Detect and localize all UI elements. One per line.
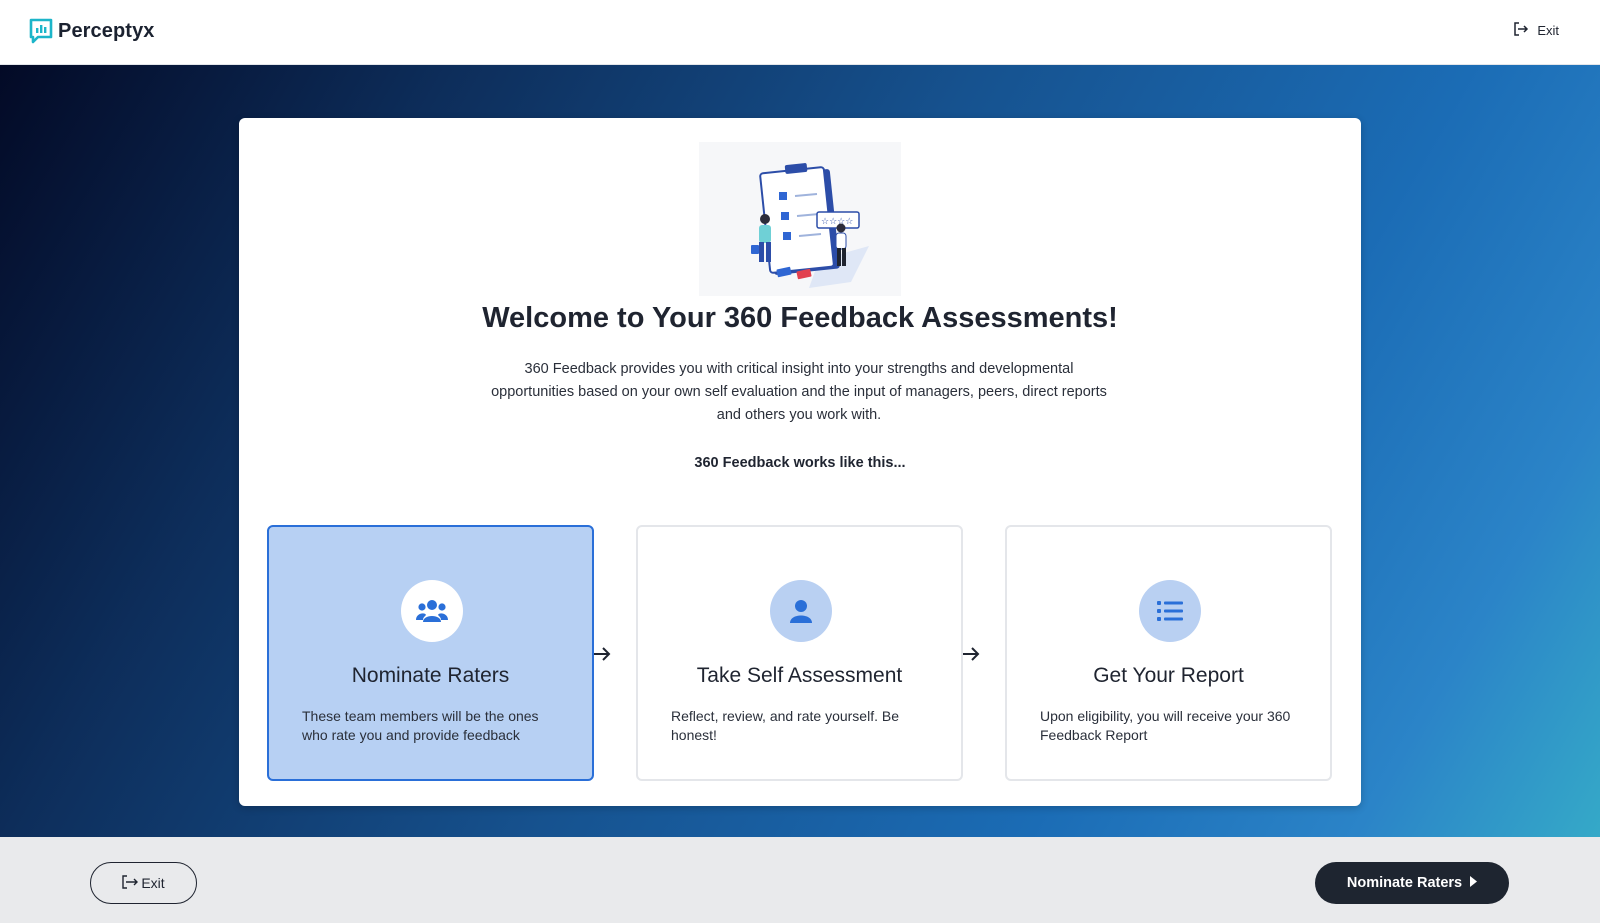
brand-logo[interactable]: Perceptyx bbox=[29, 18, 155, 44]
step-title: Get Your Report bbox=[1093, 664, 1244, 687]
step-title: Nominate Raters bbox=[351, 664, 510, 687]
step-card-self-assessment[interactable]: Take Self Assessment Reflect, review, an… bbox=[636, 525, 963, 781]
footer-exit-button[interactable]: Exit bbox=[90, 862, 197, 904]
clipboard-illustration: ☆☆☆☆ bbox=[699, 142, 901, 296]
step-description: These team members will be the ones who … bbox=[302, 708, 539, 743]
footer-exit-label: Exit bbox=[141, 875, 165, 891]
caret-right-icon bbox=[1470, 875, 1478, 891]
svg-text:☆☆☆☆: ☆☆☆☆ bbox=[821, 217, 853, 227]
arrow-right-icon bbox=[590, 643, 614, 669]
works-label: 360 Feedback works like this... bbox=[694, 455, 906, 471]
footer-bar: Exit Nominate Raters bbox=[0, 837, 1600, 923]
step-card-nominate-raters[interactable]: Nominate Raters These team members will … bbox=[267, 525, 594, 781]
top-bar: Perceptyx Exit bbox=[0, 0, 1600, 65]
step-description: Upon eligibility, you will receive your … bbox=[1040, 708, 1291, 743]
step-card-get-report[interactable]: Get Your Report Upon eligibility, you wi… bbox=[1005, 525, 1332, 781]
header-exit-label: Exit bbox=[1537, 23, 1559, 38]
users-icon bbox=[401, 580, 463, 642]
nominate-raters-button[interactable]: Nominate Raters bbox=[1315, 862, 1509, 904]
exit-icon bbox=[1513, 22, 1529, 39]
page-title: Welcome to Your 360 Feedback Assessments… bbox=[482, 302, 1118, 334]
step-description: Reflect, review, and rate yourself. Be h… bbox=[671, 708, 899, 743]
brand-name: Perceptyx bbox=[58, 19, 155, 42]
arrow-right-icon bbox=[959, 643, 983, 669]
exit-icon bbox=[122, 874, 139, 892]
page-description: 360 Feedback provides you with critical … bbox=[491, 361, 1107, 423]
step-title: Take Self Assessment bbox=[696, 664, 903, 687]
welcome-card: ☆☆☆☆ Welcome to Your 360 Feedback Assess… bbox=[239, 118, 1361, 806]
nominate-raters-label: Nominate Raters bbox=[1346, 875, 1463, 891]
user-icon bbox=[770, 580, 832, 642]
chat-bars-logo-icon bbox=[29, 18, 53, 44]
header-exit-button[interactable]: Exit bbox=[1513, 22, 1559, 39]
list-icon bbox=[1139, 580, 1201, 642]
